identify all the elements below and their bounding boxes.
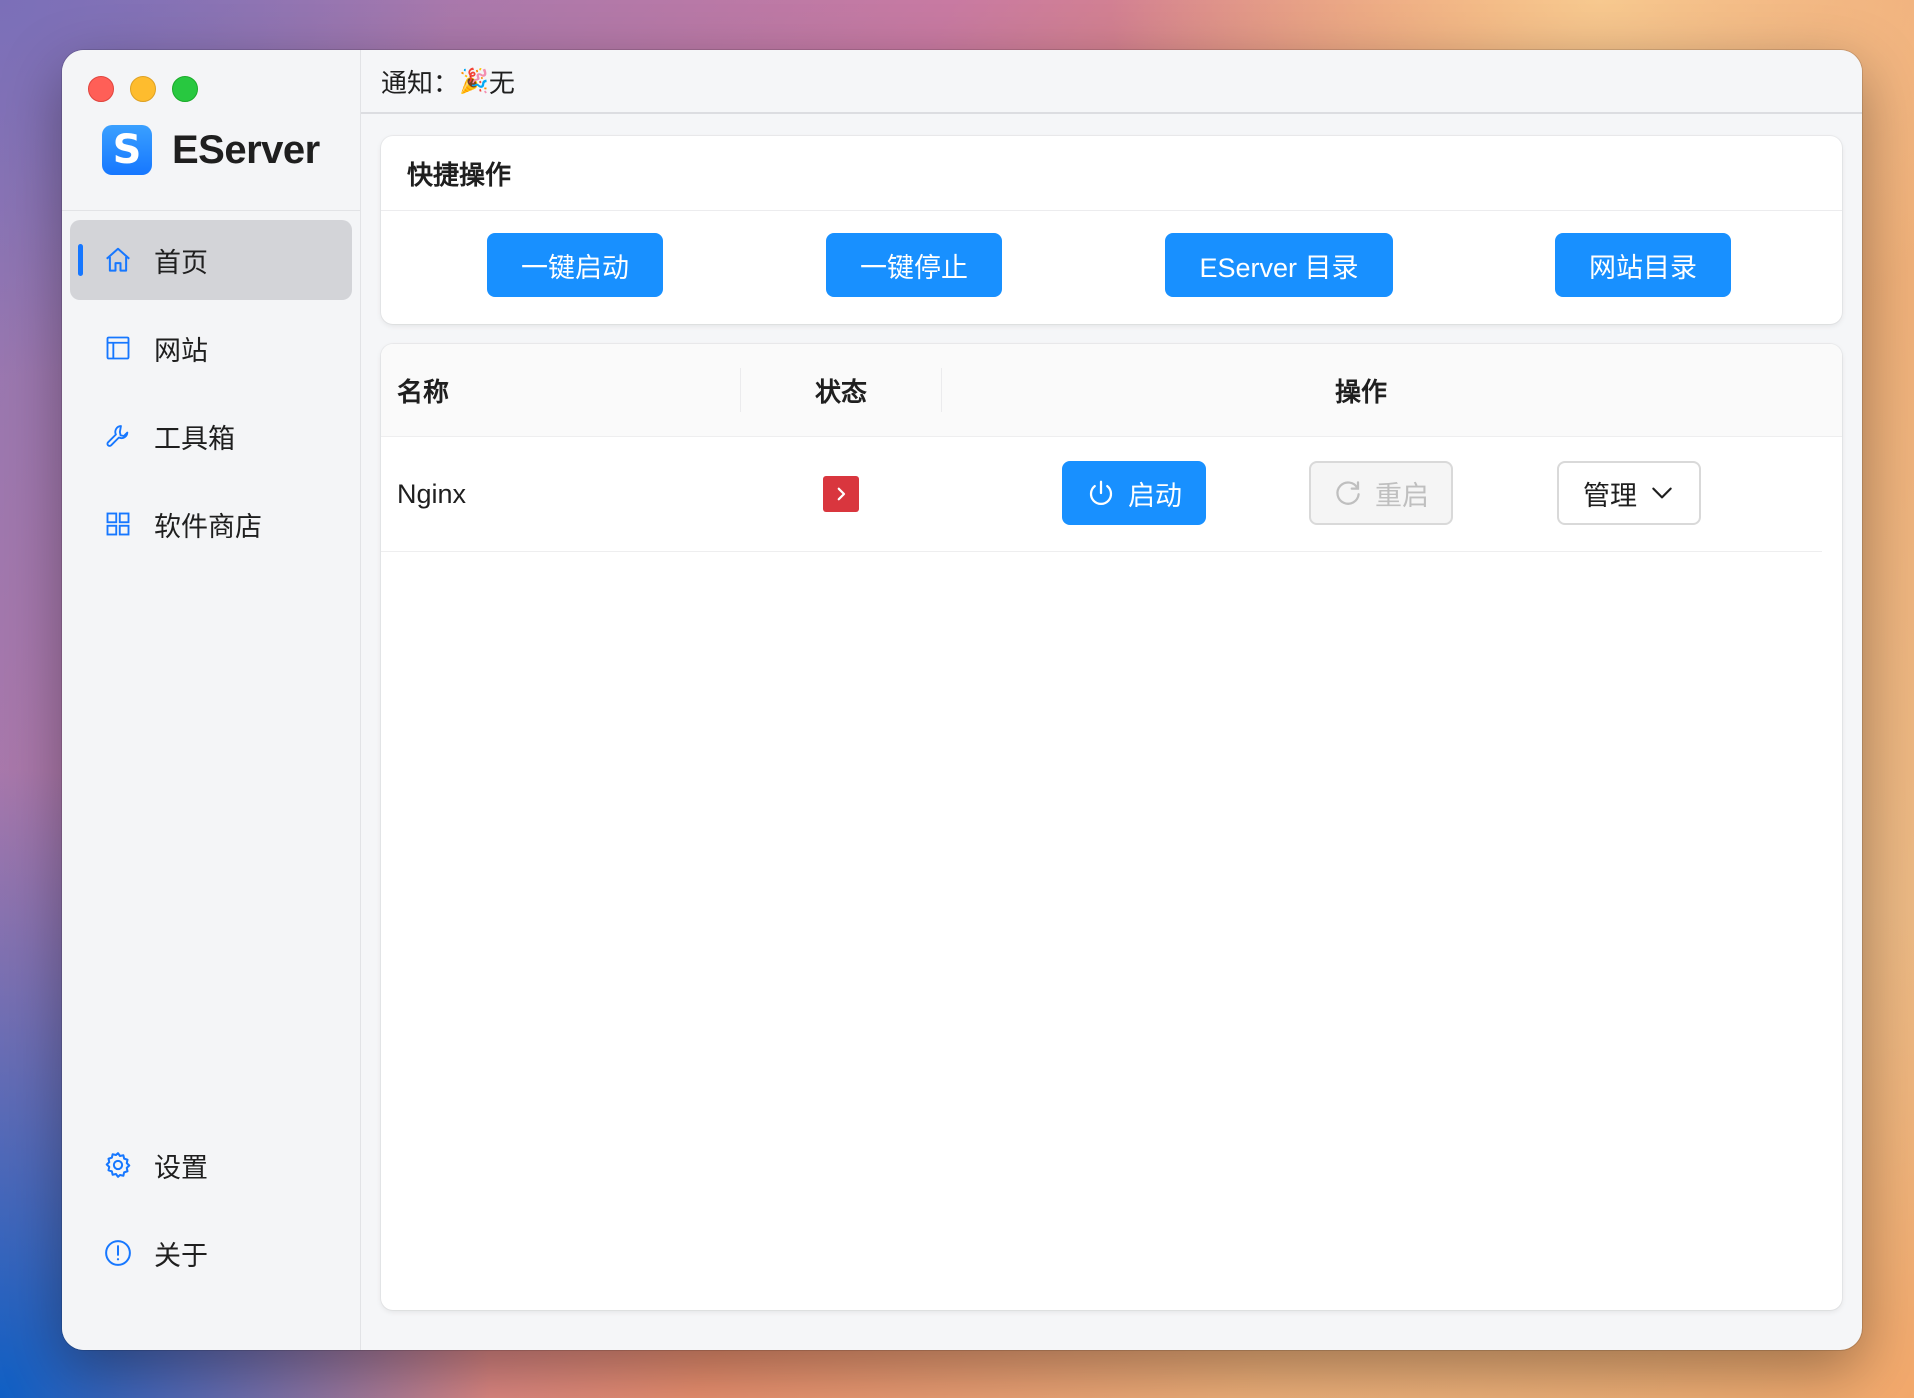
manage-dropdown-button[interactable]: 管理 <box>1557 461 1701 525</box>
services-table: 名称 状态 操作 Nginx 启动 重启 管理 <box>381 344 1842 1310</box>
sidebar-item-toolbox[interactable]: 工具箱 <box>70 396 352 476</box>
start-all-button[interactable]: 一键启动 <box>487 233 663 297</box>
stop-all-button[interactable]: 一键停止 <box>826 233 1002 297</box>
sidebar-item-label: 工具箱 <box>154 423 235 454</box>
layout-icon <box>102 332 134 364</box>
minimize-window-button[interactable] <box>130 76 156 102</box>
start-service-button[interactable]: 启动 <box>1062 461 1206 525</box>
sidebar: S EServer 首页 网站 工具箱 软件商店 设置 关于 <box>62 50 361 1350</box>
grid-icon <box>102 508 134 540</box>
restart-service-button[interactable]: 重启 <box>1309 461 1453 525</box>
gear-icon <box>102 1149 134 1181</box>
sidebar-item-label: 设置 <box>154 1152 208 1183</box>
app-name: EServer <box>172 127 320 172</box>
power-icon <box>1086 478 1116 508</box>
sidebar-bottom-nav: 设置 关于 <box>70 1125 352 1301</box>
sidebar-item-website[interactable]: 网站 <box>70 308 352 388</box>
quick-actions-bar: 一键启动 一键停止 EServer 目录 网站目录 <box>381 211 1842 325</box>
reload-icon <box>1333 478 1363 508</box>
zoom-window-button[interactable] <box>172 76 198 102</box>
sidebar-item-label: 软件商店 <box>154 511 262 542</box>
wrench-icon <box>102 420 134 452</box>
brand: S EServer <box>102 125 320 175</box>
sidebar-item-about[interactable]: 关于 <box>70 1213 352 1293</box>
app-window: S EServer 首页 网站 工具箱 软件商店 设置 关于 通知： 🎉 无 快… <box>62 50 1862 1350</box>
sidebar-item-settings[interactable]: 设置 <box>70 1125 352 1205</box>
sidebar-item-label: 网站 <box>154 335 208 366</box>
app-logo: S <box>102 125 152 175</box>
close-window-button[interactable] <box>88 76 114 102</box>
column-header-name: 名称 <box>397 376 450 407</box>
notification-bar: 通知： 🎉 无 <box>361 50 1862 114</box>
service-name: Nginx <box>397 478 467 509</box>
stopped-icon <box>823 476 859 512</box>
party-icon: 🎉 <box>459 67 489 95</box>
home-icon <box>102 244 134 276</box>
column-header-actions: 操作 <box>1334 376 1387 407</box>
start-button-label: 启动 <box>1128 480 1182 511</box>
restart-button-label: 重启 <box>1375 480 1429 511</box>
table-header: 名称 状态 操作 <box>381 344 1842 437</box>
sidebar-item-store[interactable]: 软件商店 <box>70 484 352 564</box>
window-controls <box>88 76 198 102</box>
sidebar-nav: 首页 网站 工具箱 软件商店 <box>70 220 352 572</box>
sidebar-item-label: 关于 <box>154 1240 208 1271</box>
sidebar-item-label: 首页 <box>154 247 208 278</box>
quick-actions-card: 快捷操作 一键启动 一键停止 EServer 目录 网站目录 <box>381 136 1842 324</box>
column-header-status: 状态 <box>814 376 867 407</box>
info-icon <box>102 1237 134 1269</box>
sidebar-divider <box>62 210 360 211</box>
main-content: 通知： 🎉 无 快捷操作 一键启动 一键停止 EServer 目录 网站目录 名… <box>361 50 1862 1350</box>
eserver-directory-button[interactable]: EServer 目录 <box>1165 233 1393 297</box>
website-directory-button[interactable]: 网站目录 <box>1555 233 1731 297</box>
status-cell <box>741 437 941 551</box>
notification-label: 通知： <box>381 67 460 98</box>
chevron-down-icon <box>1649 480 1675 506</box>
quick-actions-title: 快捷操作 <box>381 136 1842 211</box>
notification-text: 无 <box>488 67 515 98</box>
table-row: Nginx 启动 重启 管理 <box>381 437 1822 552</box>
manage-button-label: 管理 <box>1583 480 1637 511</box>
sidebar-item-home[interactable]: 首页 <box>70 220 352 300</box>
